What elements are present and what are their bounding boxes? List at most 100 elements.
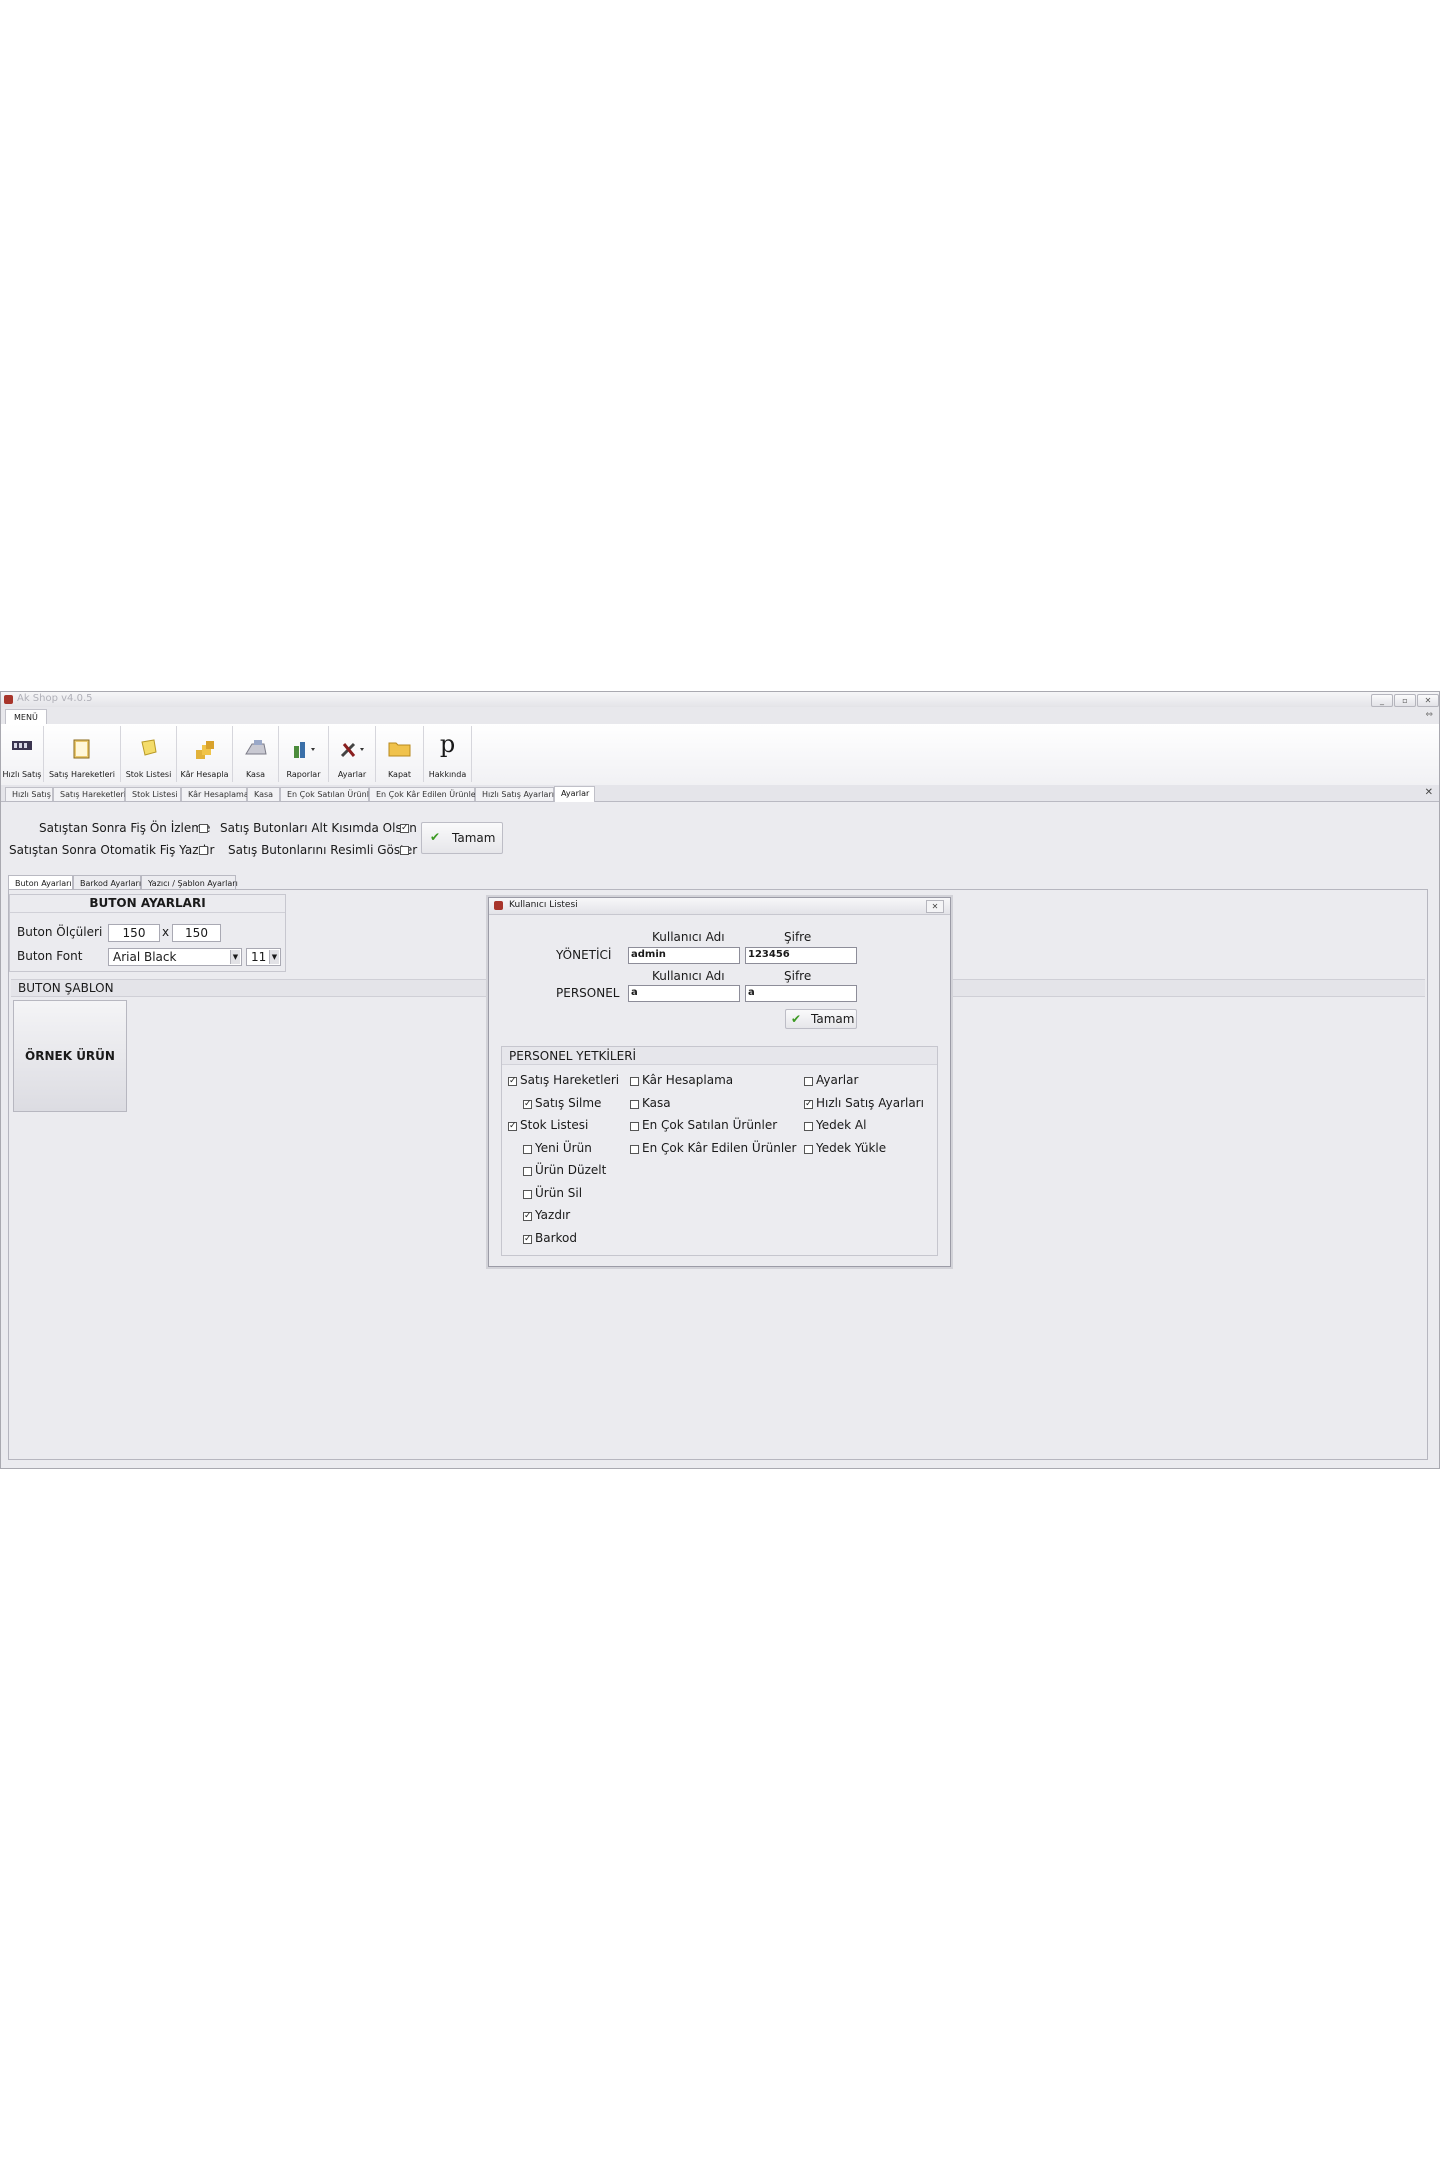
perm-label: Ürün Sil xyxy=(535,1185,583,1200)
ribbon-kasa[interactable]: Kasa xyxy=(233,726,279,782)
buton-width-input[interactable]: 150 xyxy=(108,924,160,942)
tab-en-cok-kar[interactable]: En Çok Kâr Edilen Ürünler xyxy=(369,787,479,801)
settings-ok-button[interactable]: ✔ Tamam xyxy=(421,822,503,854)
ribbon-label: Kasa xyxy=(245,770,266,779)
staff-pass-col-label: Şifre xyxy=(784,969,812,983)
perm-checkbox[interactable]: ✓ xyxy=(804,1099,813,1109)
opt-alt-kisim-checkbox[interactable]: ✓ xyxy=(400,824,409,833)
perm-checkbox[interactable]: ✓ xyxy=(523,1212,532,1221)
minimize-button[interactable]: _ xyxy=(1371,694,1393,707)
close-tab-icon[interactable]: ✕ xyxy=(1425,787,1433,798)
tab-satis-hareketleri[interactable]: Satış Hareketleri xyxy=(53,787,126,801)
tab-hizli-satis[interactable]: Hızlı Satış xyxy=(5,787,53,801)
personel-yetkileri-header-bar: PERSONEL YETKİLERİ xyxy=(502,1047,937,1065)
staff-username-input[interactable]: a xyxy=(628,985,740,1002)
opt-fis-onizleme-label: Satıştan Sonra Fiş Ön İzleme xyxy=(39,821,211,835)
dialog-close-icon[interactable]: ✕ xyxy=(926,900,944,913)
ribbon-hakkinda[interactable]: p Hakkında xyxy=(424,726,472,782)
buton-font-select[interactable]: Arial Black ▼ xyxy=(108,948,242,966)
perm-checkbox[interactable] xyxy=(630,1077,639,1086)
opt-fis-onizleme-checkbox[interactable] xyxy=(199,824,208,833)
buton-font-size-select[interactable]: 11 ▼ xyxy=(246,948,281,966)
perm-checkbox[interactable]: ✓ xyxy=(508,1122,517,1131)
admin-user-col-label: Kullanıcı Adı xyxy=(652,930,725,944)
admin-username-input[interactable]: admin xyxy=(628,947,740,964)
close-button[interactable]: ✕ xyxy=(1417,694,1439,707)
ribbon-hizli-satis[interactable]: Hızlı Satış xyxy=(1,726,44,782)
ribbon-collapse-icon[interactable]: ⇔ xyxy=(1425,710,1433,720)
ribbon-kar-hesapla[interactable]: Kâr Hesapla xyxy=(177,726,233,782)
tab-ayarlar[interactable]: Ayarlar xyxy=(554,786,595,802)
ribbon-label: Hızlı Satış xyxy=(2,770,42,779)
subtab-barkod-ayarlari[interactable]: Barkod Ayarları xyxy=(73,875,141,890)
perm-label: Hızlı Satış Ayarları xyxy=(816,1095,924,1110)
perm-checkbox[interactable]: ✓ xyxy=(523,1234,532,1244)
document-tabs: Hızlı Satış Satış Hareketleri Stok Liste… xyxy=(1,785,1439,802)
perm-checkbox[interactable]: ✓ xyxy=(523,1099,532,1109)
opt-otomatik-fis-checkbox[interactable] xyxy=(199,846,208,855)
ribbon-label: Ayarlar xyxy=(337,770,367,779)
perm-label: Stok Listesi xyxy=(520,1118,589,1132)
admin-password-input[interactable]: 123456 xyxy=(745,947,857,964)
ribbon-raporlar[interactable]: Raporlar xyxy=(279,726,329,782)
buton-sablon-header: BUTON ŞABLON xyxy=(18,981,114,995)
ribbon-label: Stok Listesi xyxy=(125,770,172,779)
buton-ayarlari-header: BUTON AYARLARI xyxy=(10,895,285,913)
perm-label: Ayarlar xyxy=(816,1073,859,1087)
personel-yetkileri-header: PERSONEL YETKİLERİ xyxy=(509,1049,637,1063)
perm-checkbox[interactable]: ✓ xyxy=(508,1077,517,1086)
chevron-down-icon[interactable]: ▼ xyxy=(230,950,240,964)
ok-label: Tamam xyxy=(452,831,496,845)
tab-kar-hesaplama[interactable]: Kâr Hesaplama xyxy=(181,787,249,801)
buton-olculeri-label: Buton Ölçüleri xyxy=(17,925,103,939)
kullanici-listesi-dialog: Kullanıcı Listesi ✕ Kullanıcı Adı Şifre … xyxy=(488,897,951,1267)
menu-tab[interactable]: MENÜ xyxy=(5,709,47,725)
perm-checkbox[interactable] xyxy=(630,1099,639,1109)
perm-label: Yeni Ürün xyxy=(535,1140,592,1155)
perm-checkbox[interactable] xyxy=(523,1189,532,1199)
window-title: Ak Shop v4.0.5 xyxy=(17,693,93,704)
perm-checkbox[interactable] xyxy=(804,1077,813,1086)
buton-ayarlari-group: BUTON AYARLARI Buton Ölçüleri 150 x 150 … xyxy=(9,894,286,972)
tab-kasa[interactable]: Kasa xyxy=(247,787,280,801)
ornek-urun-button[interactable]: ÖRNEK ÜRÜN xyxy=(13,1000,127,1112)
dialog-app-icon xyxy=(494,901,503,910)
tab-en-cok-satilan[interactable]: En Çok Satılan Ürünler xyxy=(280,787,377,801)
buton-height-input[interactable]: 150 xyxy=(172,924,221,942)
perm-checkbox[interactable] xyxy=(630,1144,639,1154)
dialog-ok-button[interactable]: ✔ Tamam xyxy=(785,1009,857,1029)
tab-hizli-satis-ayarlari[interactable]: Hızlı Satış Ayarları xyxy=(475,787,554,801)
opt-resimli-label: Satış Butonlarını Resimli Göster xyxy=(228,843,418,857)
perm-label: Ürün Düzelt xyxy=(535,1163,607,1177)
ribbon-ayarlar[interactable]: Ayarlar xyxy=(329,726,376,782)
perm-label: En Çok Satılan Ürünler xyxy=(642,1118,778,1132)
opt-otomatik-fis-label: Satıştan Sonra Otomatik Fiş Yazdır xyxy=(9,843,215,857)
tab-stok-listesi[interactable]: Stok Listesi xyxy=(125,787,181,801)
perm-checkbox[interactable] xyxy=(523,1167,532,1176)
subtab-yazici-sablon[interactable]: Yazıcı / Şablon Ayarları xyxy=(141,875,238,890)
staff-password-input[interactable]: a xyxy=(745,985,857,1002)
chevron-down-icon[interactable]: ▼ xyxy=(269,950,279,964)
dialog-title-bar: Kullanıcı Listesi ✕ xyxy=(489,898,950,915)
ribbon-kapat[interactable]: Kapat xyxy=(376,726,424,782)
perm-checkbox[interactable] xyxy=(804,1122,813,1131)
font-value: Arial Black xyxy=(113,950,177,964)
perm-checkbox[interactable] xyxy=(523,1144,532,1154)
ribbon-stok-listesi[interactable]: Stok Listesi xyxy=(121,726,177,782)
perm-checkbox[interactable] xyxy=(630,1122,639,1131)
perm-checkbox[interactable] xyxy=(804,1144,813,1154)
check-icon: ✔ xyxy=(791,1012,802,1026)
personel-yetkileri-group: PERSONEL YETKİLERİ ✓ Satış Hareketleri ✓ Sa… xyxy=(501,1046,938,1256)
perm-label: Kasa xyxy=(642,1095,671,1110)
ribbon-label: Raporlar xyxy=(286,770,321,779)
ribbon-satis-hareketleri[interactable]: Satış Hareketleri xyxy=(44,726,121,782)
maximize-button[interactable]: ▫ xyxy=(1394,694,1416,707)
opt-resimli-checkbox[interactable] xyxy=(400,846,409,855)
ribbon-label: Kapat xyxy=(387,770,412,779)
report-icon xyxy=(293,742,315,758)
tools-icon xyxy=(340,742,364,758)
perm-label: Barkod xyxy=(535,1230,577,1245)
subtab-buton-ayarlari[interactable]: Buton Ayarları xyxy=(8,875,73,890)
book-icon xyxy=(73,739,90,759)
perm-label: Satış Silme xyxy=(535,1095,602,1110)
